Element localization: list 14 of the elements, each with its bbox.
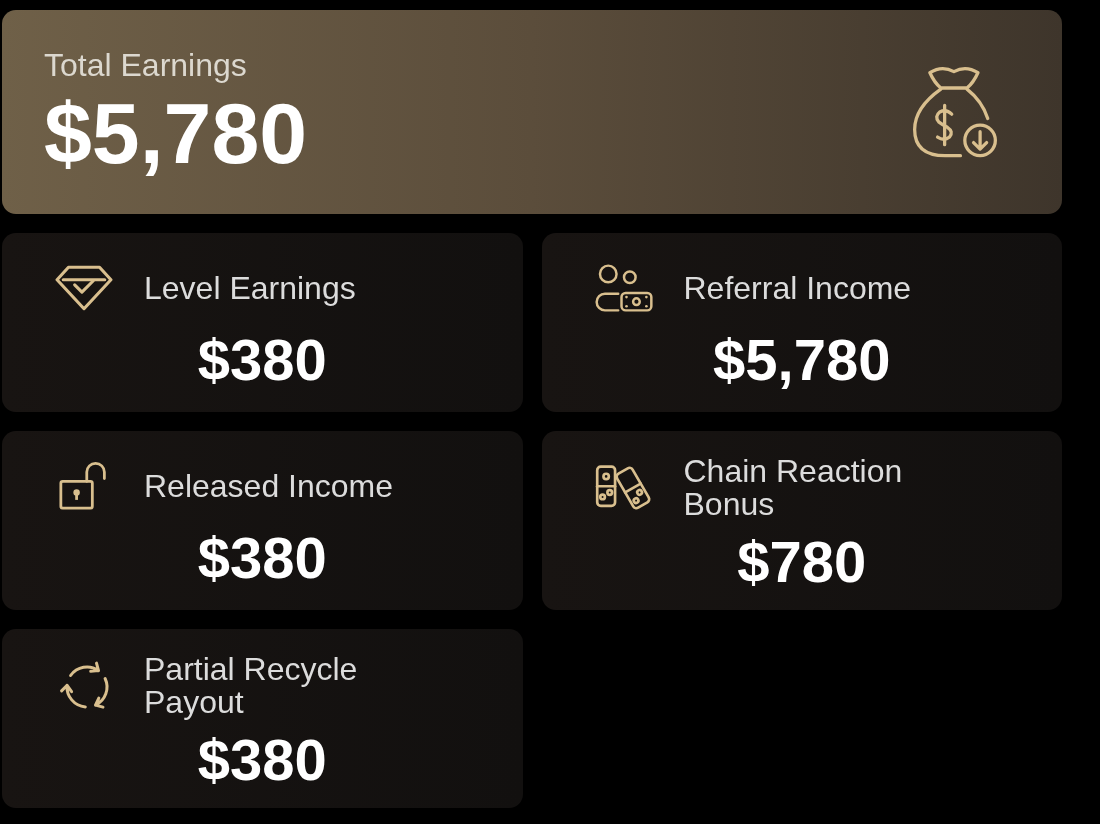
earnings-label: Partial Recycle Payout [144, 653, 359, 719]
earnings-amount: $380 [196, 524, 328, 592]
earnings-label: Chain Reaction Bonus [683, 455, 904, 521]
people-cash-icon [594, 263, 653, 313]
total-earnings-label: Total Earnings [44, 46, 248, 84]
earnings-label: Released Income [144, 469, 394, 503]
earnings-label: Referral Income [683, 271, 912, 305]
earnings-label: Level Earnings [144, 271, 356, 305]
earnings-amount: $380 [196, 726, 328, 794]
earnings-amount: $5,780 [712, 326, 892, 394]
gem-check-icon [55, 263, 113, 313]
earnings-amount: $380 [196, 326, 328, 394]
earnings-amount: $780 [736, 528, 868, 596]
total-earnings-amount: $5,780 [44, 84, 308, 183]
